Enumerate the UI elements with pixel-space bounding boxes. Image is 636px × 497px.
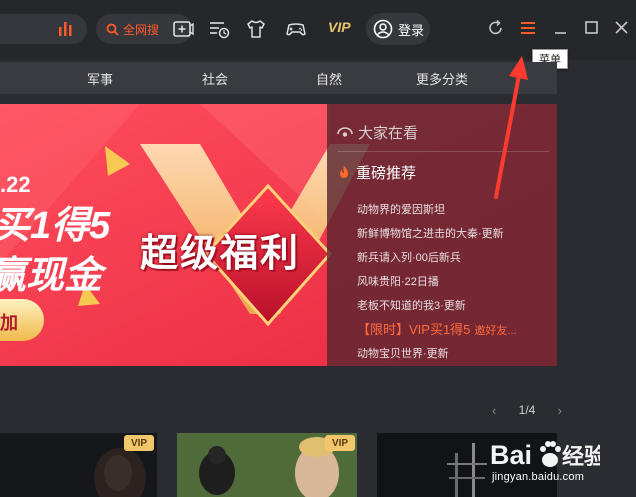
category-bar: 军事 社会 自然 更多分类 [0,62,557,94]
category-nature[interactable]: 自然 [316,69,342,88]
carousel-pager: ‹ 1/4 › [492,401,562,419]
eye-icon [337,126,353,137]
menu-icon[interactable] [518,18,538,38]
recommend-item[interactable]: 新兵请入列·00后新兵 [357,249,461,265]
add-video-icon[interactable] [172,18,194,40]
maximize-icon[interactable] [582,18,602,38]
recommend-item[interactable]: 动物界的爱因斯坦 [357,201,445,217]
game-controller-icon[interactable] [285,18,307,40]
svg-text:经验: 经验 [562,444,600,470]
login-button[interactable]: 登录 [366,13,430,45]
baidu-jingyan-logo: Bai 经验 [490,440,600,470]
search-icon [106,23,119,36]
recommend-item[interactable]: 新鲜博物馆之进击的大秦·更新 [357,225,504,241]
watching-title: 大家在看 [358,125,419,142]
banner-line2: 赢现金 [0,255,103,297]
user-icon [373,19,393,39]
bar-chart-icon[interactable] [58,20,76,36]
vip-badge: VIP [124,435,154,451]
history-icon[interactable] [208,18,230,40]
video-thumbnail[interactable]: VIP [0,433,157,497]
category-military[interactable]: 军事 [87,69,113,88]
category-society[interactable]: 社会 [202,69,228,88]
category-more[interactable]: 更多分类 [416,69,468,88]
recommend-item[interactable]: 动物宝贝世界·更新 [357,345,449,361]
featured-header[interactable]: 重磅推荐 [337,162,416,183]
banner-line1: 买1得5 [0,205,111,247]
skin-icon[interactable] [245,18,267,40]
minimize-icon[interactable] [551,18,571,38]
vip-badge: VIP [325,435,355,451]
banner-button[interactable]: 加 [0,309,18,335]
login-label: 登录 [398,22,425,38]
vip-button[interactable]: VIP [328,19,351,35]
vip-promo-item[interactable]: 【限时】VIP买1得5 邀好友... [357,319,517,338]
chevron-right-icon[interactable]: › [558,403,562,418]
promo-main: 【限时】VIP买1得5 [357,322,471,337]
watermark-url: jingyan.baidu.com [492,471,585,483]
banner-headline: 超级福利 [140,233,301,275]
annotation-arrow [494,56,528,199]
recommend-item[interactable]: 老板不知道的我3·更新 [357,297,466,313]
search-all-label: 全网搜 [123,22,160,37]
promo-sub: 邀好友... [474,325,517,337]
fire-icon [340,165,348,178]
close-icon[interactable] [612,18,632,38]
chevron-left-icon[interactable]: ‹ [492,403,496,418]
pager-text: 1/4 [518,403,536,417]
svg-text:Bai: Bai [490,440,532,470]
recommend-item[interactable]: 风味贵阳·22日播 [357,273,439,289]
watching-header[interactable]: 大家在看 [337,122,418,143]
featured-title: 重磅推荐 [356,165,417,182]
refresh-icon[interactable] [486,18,506,38]
video-thumbnail[interactable]: VIP [177,433,357,497]
